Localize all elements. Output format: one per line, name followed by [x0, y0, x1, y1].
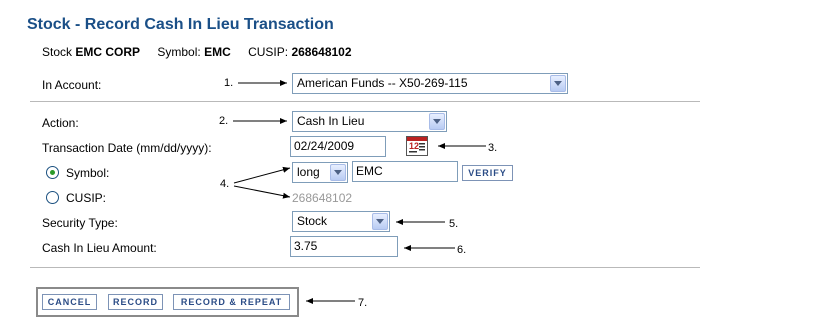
annotation-label-3: 3. — [488, 142, 498, 154]
annotation-label-5: 5. — [449, 218, 459, 230]
annotation-arrow-4a — [233, 166, 291, 184]
annotation-arrow-4b — [233, 185, 291, 199]
annotation-label-1: 1. — [224, 77, 234, 89]
annotation-arrows — [233, 80, 486, 304]
annotation-label-6: 6. — [457, 244, 467, 256]
annotation-label-2: 2. — [219, 115, 229, 127]
annotation-label-4: 4. — [220, 178, 230, 190]
annotation-label-7: 7. — [358, 297, 368, 309]
